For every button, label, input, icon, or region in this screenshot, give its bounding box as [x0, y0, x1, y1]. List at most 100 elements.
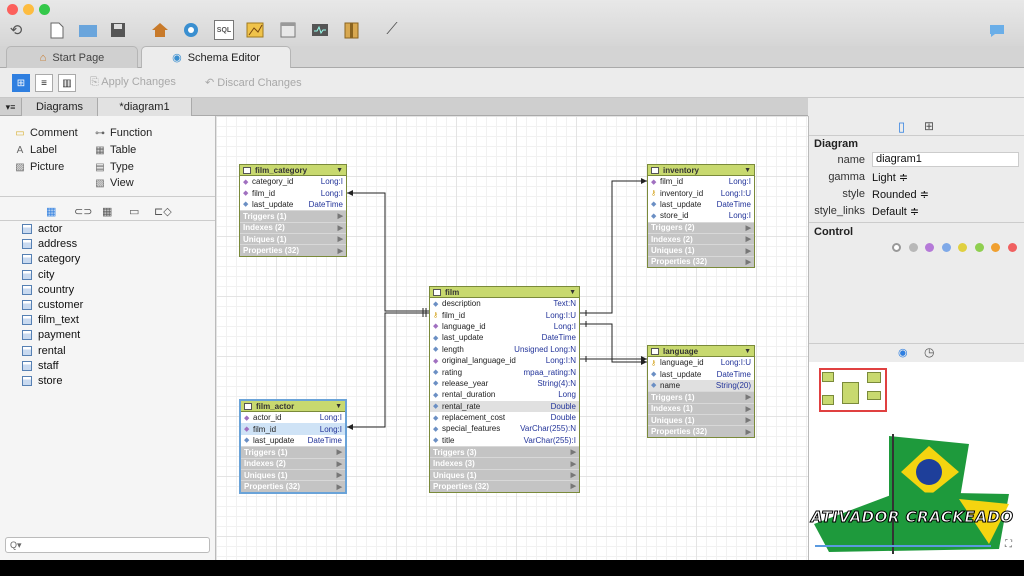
sidebar-table-actor[interactable]: actor [22, 223, 62, 235]
entity-section[interactable]: Properties (32) ▶ [241, 480, 345, 492]
chevron-down-icon[interactable]: ▼ [335, 403, 342, 410]
connection-icon[interactable]: ⟋ [382, 20, 402, 40]
column-row[interactable]: ⚷ language_id Long:I:U [648, 357, 754, 368]
sidebar-table-store[interactable]: store [22, 375, 62, 387]
filter-views-icon[interactable]: ▭ [129, 205, 139, 218]
color-swatch[interactable] [892, 243, 901, 252]
entity-section[interactable]: Properties (32) ▶ [430, 480, 579, 492]
column-view-icon[interactable]: ▥ [58, 74, 76, 92]
refresh-icon[interactable]: ⟲ [6, 20, 26, 40]
monitor-icon[interactable] [310, 20, 330, 40]
clock-icon[interactable]: ◷ [924, 345, 934, 359]
filter-tables-icon[interactable]: ▦ [46, 205, 56, 218]
new-file-icon[interactable] [47, 20, 67, 40]
column-row[interactable]: ◆ title VarChar(255):I [430, 435, 579, 446]
zoom-slider[interactable] [815, 545, 991, 547]
column-row[interactable]: ◆ film_id Long:I [240, 187, 346, 198]
entity-section[interactable]: Indexes (2) ▶ [648, 232, 754, 245]
color-swatch[interactable] [958, 243, 967, 252]
tab-schema-editor[interactable]: ◉ Schema Editor [141, 46, 291, 68]
column-row[interactable]: ◆ store_id Long:I [648, 210, 754, 221]
column-row[interactable]: ◆ actor_id Long:I [241, 412, 345, 423]
palette-view[interactable]: ▧ View [94, 177, 133, 189]
window-icon[interactable] [278, 20, 298, 40]
sidebar-table-rental[interactable]: rental [22, 345, 66, 357]
entity-section[interactable]: Triggers (2) ▶ [648, 221, 754, 233]
filter-links-icon[interactable]: ⊂⊃ [74, 205, 92, 218]
discard-changes-button[interactable]: ↶ Discard Changes [205, 76, 302, 89]
chevron-down-icon[interactable]: ▼ [744, 348, 751, 355]
palette-type[interactable]: ▤ Type [94, 161, 134, 173]
tab-diagram1[interactable]: *diagram1 [98, 98, 192, 116]
minimize-window-button[interactable] [23, 4, 34, 15]
entity-header[interactable]: film_category ▼ [240, 165, 346, 176]
tab-diagrams[interactable]: Diagrams [22, 98, 98, 116]
sidebar-table-country[interactable]: country [22, 284, 74, 296]
entity-section[interactable]: Indexes (3) ▶ [430, 457, 579, 469]
color-swatch[interactable] [925, 243, 934, 252]
column-row[interactable]: ◆ rating mpaa_rating:N [430, 366, 579, 377]
palette-table[interactable]: ▦ Table [94, 144, 136, 156]
palette-label-item[interactable]: A Label [14, 144, 57, 156]
column-row[interactable]: ◆ original_language_id Long:I:N [430, 355, 579, 366]
property-select-gamma[interactable]: Light ≑ [872, 171, 908, 184]
column-row[interactable]: ◆ language_id Long:I [430, 321, 579, 332]
entity-section[interactable]: Uniques (1) ▶ [430, 468, 579, 481]
sidebar-table-staff[interactable]: staff [22, 360, 59, 372]
entity-film[interactable]: film ▼ ◆ description Text:N ⚷ film_id Long:I:U ◆… [429, 286, 580, 493]
color-swatch[interactable] [991, 243, 1000, 252]
column-row[interactable]: ◆ last_update DateTime [430, 332, 579, 343]
entity-section[interactable]: Properties (32) ▶ [240, 244, 346, 256]
column-row[interactable]: ◆ description Text:N [430, 298, 579, 309]
sidebar-table-category[interactable]: category [22, 253, 80, 265]
diagram-name-field[interactable]: diagram1 [872, 152, 1019, 167]
document-icon[interactable]: ▯ [898, 119, 905, 135]
entity-inventory[interactable]: inventory ▼ ◆ film_id Long:I ⚷ inventory_id Lon… [647, 164, 755, 269]
column-row[interactable]: ◆ film_id Long:I [648, 176, 754, 187]
property-select-style_links[interactable]: Default ≑ [872, 205, 919, 218]
column-row[interactable]: ◆ last_update DateTime [241, 435, 345, 446]
column-row[interactable]: ◆ rental_duration Long [430, 389, 579, 400]
fit-icon[interactable]: ⛶ [1005, 539, 1012, 550]
entity-section[interactable]: Triggers (1) ▶ [648, 391, 754, 403]
home-icon[interactable] [150, 20, 170, 40]
column-row[interactable]: ⚷ inventory_id Long:I:U [648, 187, 754, 198]
column-row[interactable]: ◆ last_update DateTime [648, 368, 754, 379]
sql-icon[interactable]: SQL [214, 20, 234, 40]
color-swatch[interactable] [941, 243, 951, 252]
compass-icon[interactable]: ◉ [898, 346, 908, 359]
column-row[interactable]: ◆ film_id Long:I [241, 423, 345, 435]
tab-start-page[interactable]: ⌂ Start Page [6, 46, 138, 68]
palette-picture[interactable]: ▨ Picture [14, 161, 64, 173]
entity-section[interactable]: Uniques (1) ▶ [648, 244, 754, 256]
sidebar-table-film_text[interactable]: film_text [22, 314, 79, 326]
entity-section[interactable]: Uniques (1) ▶ [241, 468, 345, 481]
entity-header[interactable]: inventory ▼ [648, 165, 754, 176]
chevron-down-icon[interactable]: ▼ [336, 167, 343, 174]
open-folder-icon[interactable] [78, 20, 98, 40]
apply-changes-button[interactable]: ⎘ Apply Changes [90, 76, 176, 89]
property-select-style[interactable]: Rounded ≑ [872, 188, 929, 201]
zoom-window-button[interactable] [39, 4, 50, 15]
entity-language[interactable]: language ▼ ⚷ language_id Long:I:U ◆ last_updat… [647, 345, 755, 438]
book-icon[interactable] [341, 20, 361, 40]
schema-icon[interactable] [181, 20, 201, 40]
entity-film_category[interactable]: film_category ▼ ◆ category_id Long:I ◆ film_id… [239, 164, 347, 257]
search-input[interactable]: Q▾ [5, 537, 210, 553]
column-row[interactable]: ◆ length Unsigned Long:N [430, 344, 579, 355]
entity-section[interactable]: Indexes (2) ▶ [241, 457, 345, 469]
color-swatch[interactable] [974, 243, 984, 252]
column-row[interactable]: ◆ category_id Long:I [240, 176, 346, 187]
entity-header[interactable]: language ▼ [648, 346, 754, 357]
entity-section[interactable]: Properties (32) ▶ [648, 425, 754, 437]
entity-section[interactable]: Triggers (1) ▶ [240, 210, 346, 222]
sidebar-table-address[interactable]: address [22, 238, 77, 250]
entity-header[interactable]: film_actor ▼ [241, 401, 345, 412]
palette-comment[interactable]: ▭ Comment [14, 127, 77, 139]
chart-icon[interactable] [245, 20, 265, 40]
entity-section[interactable]: Uniques (1) ▶ [648, 413, 754, 426]
entity-section[interactable]: Triggers (3) ▶ [430, 446, 579, 458]
minimap[interactable]: ATIVADOR CRACKEADO ⛶ [809, 362, 1024, 560]
entity-section[interactable]: Uniques (1) ▶ [240, 232, 346, 245]
entity-header[interactable]: film ▼ [430, 287, 579, 298]
